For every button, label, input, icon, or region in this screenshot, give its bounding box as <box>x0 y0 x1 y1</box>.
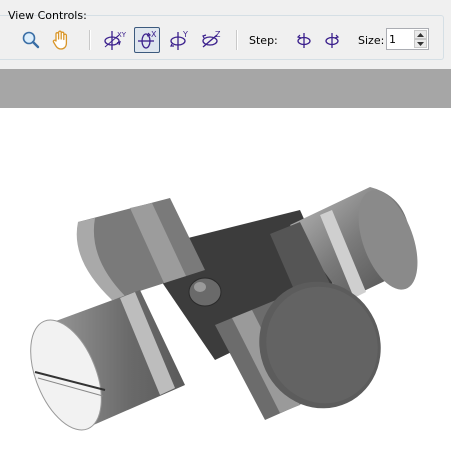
step-back-button[interactable] <box>291 27 317 53</box>
rotate-y-icon: Y <box>170 30 188 50</box>
rotate-z-axis-label: Z <box>215 30 221 39</box>
step-rotate-left-icon <box>296 33 311 48</box>
arrow-up-icon <box>417 32 424 37</box>
rotate-xyz-icon: XYZ <box>104 31 126 50</box>
rotate-z-button[interactable]: Z <box>198 27 224 53</box>
toolbar-separator <box>89 30 91 50</box>
step-label: Step: <box>249 34 278 47</box>
size-decrement-button[interactable] <box>414 39 427 48</box>
viewport-header-band <box>0 69 451 108</box>
size-label: Size: <box>358 34 385 47</box>
size-spinner <box>386 28 429 50</box>
toolbar-separator <box>236 30 238 50</box>
rotate-y-button[interactable]: Y <box>166 27 192 53</box>
rotate-z-icon: Z <box>202 30 221 48</box>
zoom-button[interactable] <box>18 27 44 53</box>
3d-viewport[interactable] <box>0 108 451 465</box>
rotate-x-icon: X <box>138 30 157 49</box>
rotate-xyz-axis-label: XYZ <box>117 31 126 39</box>
rotate-x-axis-label: X <box>151 30 157 39</box>
view-controls-title: View Controls: <box>8 9 87 22</box>
view-controls-panel: View Controls: XYZ X <box>0 0 451 69</box>
size-increment-button[interactable] <box>414 30 427 39</box>
pan-button[interactable] <box>48 27 74 53</box>
magnifier-icon <box>22 31 40 49</box>
arrow-down-icon <box>417 41 424 46</box>
step-rotate-right-icon <box>325 33 340 48</box>
rotate-y-axis-label: Y <box>182 30 188 39</box>
step-forward-button[interactable] <box>319 27 345 53</box>
hand-icon <box>52 30 68 50</box>
rotate-x-button[interactable]: X <box>134 27 160 53</box>
size-input[interactable] <box>389 31 415 47</box>
universal-joint-model <box>30 187 418 431</box>
rotate-xyz-button[interactable]: XYZ <box>101 27 127 53</box>
